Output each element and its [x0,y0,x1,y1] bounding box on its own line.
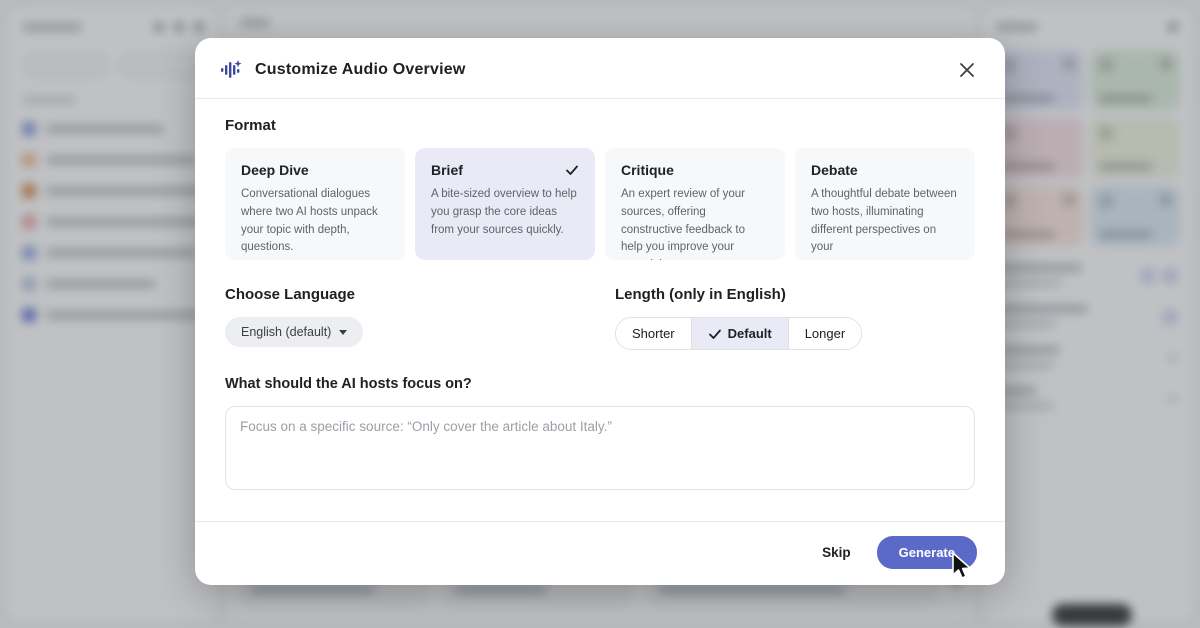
length-option-label: Longer [805,326,845,341]
format-option-title: Debate [811,162,858,178]
format-option-title: Deep Dive [241,162,309,178]
format-option-description: A bite-sized overview to help you grasp … [431,186,579,239]
audio-waveform-sparkle-icon [219,58,243,82]
length-option-longer[interactable]: Longer [788,318,861,349]
length-option-default[interactable]: Default [691,318,788,349]
chevron-down-icon [339,330,347,335]
language-select[interactable]: English (default) [225,317,363,347]
focus-input[interactable] [225,406,975,490]
format-option-deep-dive[interactable]: Deep Dive Conversational dialogues where… [225,148,405,260]
format-option-description: Conversational dialogues where two AI ho… [241,186,389,257]
format-option-title: Brief [431,162,463,178]
focus-heading: What should the AI hosts focus on? [225,376,975,392]
format-option-description: A thoughtful debate between two hosts, i… [811,186,959,257]
dialog-footer: Skip Generate [195,521,1005,585]
length-option-shorter[interactable]: Shorter [616,318,691,349]
customize-audio-overview-dialog: Customize Audio Overview Format Deep Div… [195,38,1005,585]
dialog-title: Customize Audio Overview [255,61,465,79]
close-button[interactable] [953,56,981,84]
language-selected-value: English (default) [241,325,331,339]
format-option-description: An expert review of your sources, offeri… [621,186,769,260]
skip-button[interactable]: Skip [822,545,851,560]
dialog-header: Customize Audio Overview [195,38,1005,99]
language-heading: Choose Language [225,286,615,303]
format-options: Deep Dive Conversational dialogues where… [225,148,975,260]
generate-button[interactable]: Generate [877,536,977,569]
format-heading: Format [225,117,975,134]
length-segmented-control: Shorter Default Longer [615,317,862,350]
format-option-title: Critique [621,162,674,178]
format-option-debate[interactable]: Debate A thoughtful debate between two h… [795,148,975,260]
format-option-brief[interactable]: Brief A bite-sized overview to help you … [415,148,595,260]
close-icon [959,62,975,78]
check-icon [565,163,579,177]
format-option-critique[interactable]: Critique An expert review of your source… [605,148,785,260]
check-icon [708,327,722,341]
length-heading: Length (only in English) [615,286,862,303]
length-option-label: Shorter [632,326,675,341]
length-option-label: Default [728,326,772,341]
